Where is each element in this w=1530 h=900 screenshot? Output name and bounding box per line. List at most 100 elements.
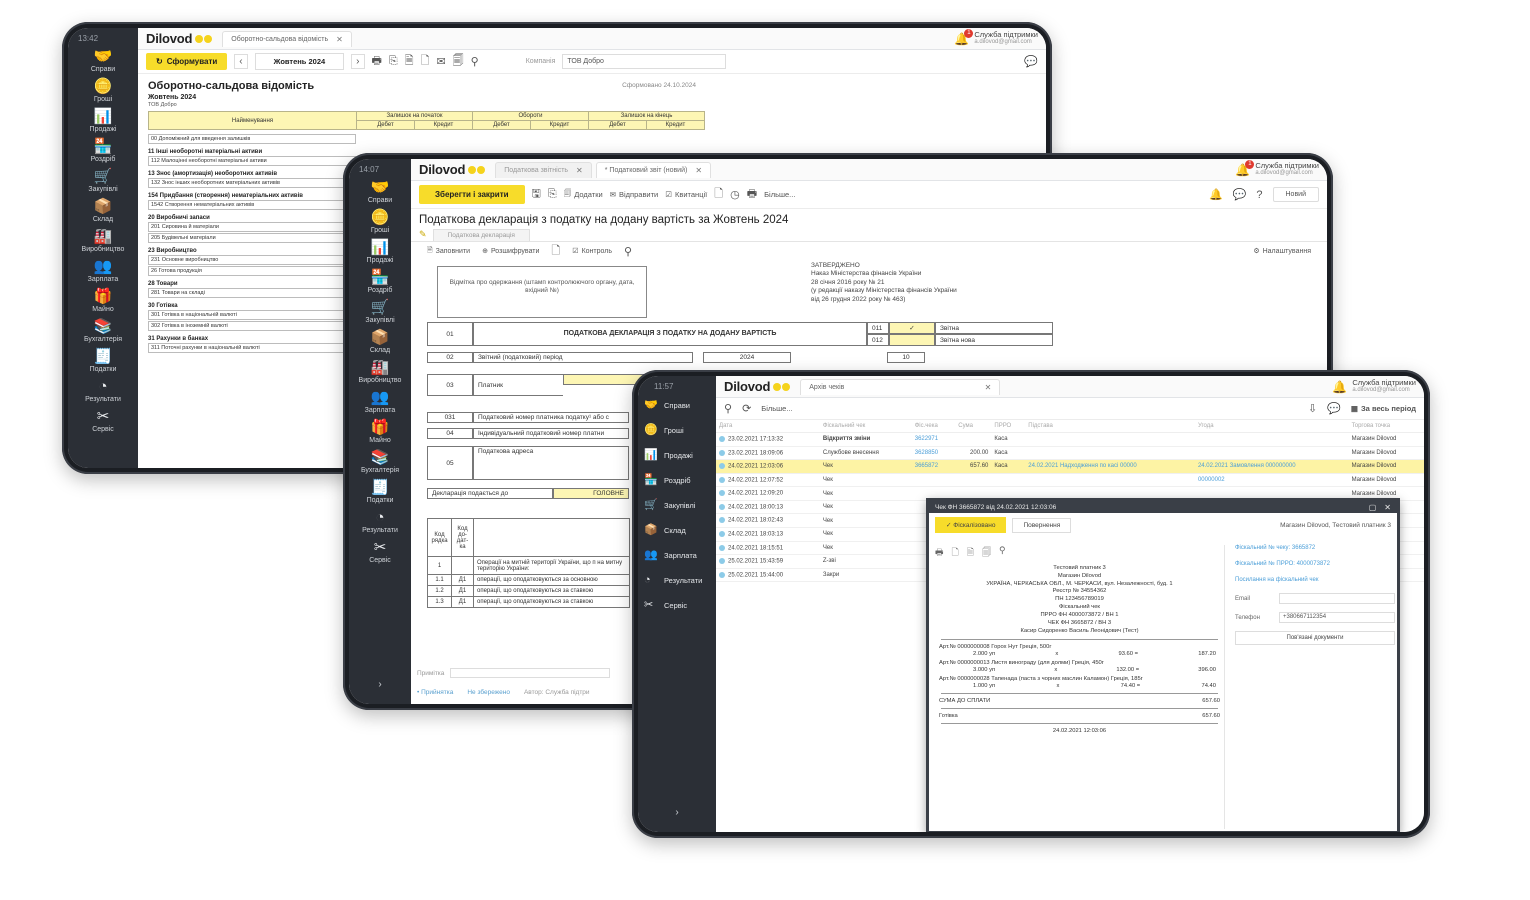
sidebar-item[interactable]: 🏭 Виробництво xyxy=(359,360,402,385)
attachments-button[interactable]: 🗐 Додатки xyxy=(564,188,603,201)
column-header[interactable]: Угода xyxy=(1194,420,1349,433)
account-row[interactable]: 205 Будівельні матеріали xyxy=(148,233,356,243)
fiscal-number-link[interactable]: Фіскальний № чеку: 3665872 xyxy=(1235,545,1395,551)
preview-icon[interactable]: 🗐 xyxy=(453,52,464,71)
year-field[interactable]: 2024 xyxy=(703,352,791,363)
tab-tax-reports[interactable]: Податкова звітність ✕ xyxy=(495,161,592,178)
copy-icon[interactable]: 🗋 xyxy=(714,185,723,204)
close-icon[interactable]: ✕ xyxy=(1384,503,1391,512)
fiscal-number-cell[interactable]: 3665872 xyxy=(911,459,956,474)
sidebar-item[interactable]: 👥 Зарплата xyxy=(644,547,697,563)
form-report-button[interactable]: ↻ Сформувати xyxy=(146,53,228,70)
sidebar-item[interactable]: 🤝 Справи xyxy=(644,397,690,413)
document-icon[interactable]: 🗎 xyxy=(405,52,414,71)
base-cell[interactable] xyxy=(1025,432,1195,447)
column-header[interactable]: Фіс.чека xyxy=(911,420,956,433)
fiscal-number-cell[interactable]: 3622971 xyxy=(911,432,956,447)
search-icon[interactable]: ⚲ xyxy=(724,402,732,415)
deal-cell[interactable] xyxy=(1194,446,1349,461)
search-icon[interactable]: ⚲ xyxy=(471,55,479,68)
base-cell[interactable] xyxy=(1025,473,1195,488)
month-field[interactable]: 10 xyxy=(887,352,925,363)
account-row[interactable]: 00 Допоміжний для введення залишків xyxy=(148,134,356,144)
account-row[interactable]: 311 Поточні рахунки в національній валют… xyxy=(148,343,356,353)
sidebar-expand-chevron[interactable]: › xyxy=(378,679,381,690)
support-block[interactable]: 🔔 1 Служба підтримки a.dilovod@gmail.com xyxy=(954,28,1038,46)
column-header[interactable]: Торгова точка xyxy=(1348,420,1424,433)
table-row[interactable]: 23.02.2021 17:13:32 Відкриття зміни 362297… xyxy=(716,432,1424,447)
search-icon[interactable]: ⚲ xyxy=(624,245,632,258)
bell-icon[interactable]: 🔔 xyxy=(1209,188,1223,201)
chat-icon[interactable]: 💬 xyxy=(1233,188,1247,201)
account-row[interactable]: 281 Товари на складі xyxy=(148,288,356,298)
account-row[interactable]: 301 Готівка в національній валюті xyxy=(148,310,356,320)
file-icon[interactable]: 🗋 xyxy=(421,52,430,71)
tax-office-field[interactable]: ГОЛОВНЕ xyxy=(553,488,629,499)
period-filter[interactable]: ▦ За весь період xyxy=(1351,404,1416,413)
sidebar-item[interactable]: 🏪 Роздріб xyxy=(91,139,116,164)
prro-number-link[interactable]: Фіскальний № ПРРО: 4000073872 xyxy=(1235,561,1395,567)
sidebar-item[interactable]: 🎁 Майно xyxy=(92,289,113,314)
email-field[interactable] xyxy=(1279,593,1395,604)
related-docs-button[interactable]: Пов'язані документи xyxy=(1235,631,1395,645)
new-button[interactable]: Новий xyxy=(1272,187,1319,202)
print-icon[interactable]: 🖶 xyxy=(372,52,382,71)
deal-cell[interactable]: 24.02.2021 Замовлення 000000000 xyxy=(1194,459,1349,474)
sidebar-item[interactable]: 🧾 Податки xyxy=(90,349,117,374)
sidebar-item[interactable]: 👥 Зарплата xyxy=(365,390,396,415)
save-close-button[interactable]: Зберегти і закрити xyxy=(419,185,525,204)
sidebar-item[interactable]: 🛒 Закупівлі xyxy=(88,169,117,194)
table-row[interactable]: 23.02.2021 18:09:06 Службове внесення 3628… xyxy=(716,446,1424,461)
help-icon[interactable]: ? xyxy=(1256,189,1262,201)
note-input[interactable] xyxy=(450,668,611,678)
support-block[interactable]: 🔔 Служба підтримки a.dilovod@gmail.com xyxy=(1332,378,1416,394)
fiscal-receipt-link[interactable]: Посилання на фіскальний чек xyxy=(1235,577,1395,583)
sidebar-item[interactable]: ◔ Результати xyxy=(644,572,702,588)
table-row[interactable]: 24.02.2021 12:07:52 Чек 00000002 Магазин Di… xyxy=(716,473,1424,488)
account-row[interactable]: 132 Знос інших необоротних матеріальних … xyxy=(148,178,356,188)
bell-icon[interactable]: 🔔 xyxy=(1332,380,1347,394)
sidebar-item[interactable]: 🤝 Справи xyxy=(368,180,392,205)
sidebar-item[interactable]: 📦 Склад xyxy=(644,522,686,538)
sidebar-item[interactable]: 👥 Зарплата xyxy=(88,259,119,284)
sidebar-item[interactable]: 🪙 Гроші xyxy=(644,422,684,438)
deal-cell[interactable] xyxy=(1194,432,1349,447)
bell-icon[interactable]: 🔔 1 xyxy=(954,28,974,46)
sidebar-expand-chevron[interactable]: › xyxy=(675,807,678,818)
export-icon[interactable]: ⎘ xyxy=(389,55,398,68)
tab-declaration[interactable]: Податкова декларація xyxy=(432,228,530,241)
column-header[interactable]: ПРРО xyxy=(991,420,1026,433)
base-cell[interactable]: 24.02.2021 Надходження по касі 00000 xyxy=(1025,459,1195,474)
sidebar-item[interactable]: ✂ Сервіс xyxy=(644,597,687,613)
history-icon[interactable]: ◷ xyxy=(730,188,740,201)
account-row[interactable]: 26 Готова продукція xyxy=(148,266,356,276)
column-header[interactable]: Підстава xyxy=(1025,420,1195,433)
sidebar-item[interactable]: 📦 Склад xyxy=(93,199,113,224)
report-check[interactable]: ✓ xyxy=(889,322,935,334)
column-header[interactable]: Дата xyxy=(716,420,820,433)
report-new-check[interactable] xyxy=(889,334,935,346)
tab-osv[interactable]: Оборотно-сальдова відомість ✕ xyxy=(222,30,352,47)
account-row[interactable]: 201 Сировина й матеріали xyxy=(148,222,356,232)
close-icon[interactable]: ✕ xyxy=(576,166,583,175)
table-row[interactable]: 24.02.2021 12:03:06 Чек 3665872 657.60 Каса 2… xyxy=(716,459,1424,474)
refresh-icon[interactable]: ⟳ xyxy=(742,402,751,415)
copy-icon[interactable]: 🗋 xyxy=(952,545,959,561)
print-icon[interactable]: 🖶 xyxy=(747,185,757,204)
account-row[interactable]: 112 Малоцінні необоротні матеріальні акт… xyxy=(148,156,356,166)
sidebar-item[interactable]: 🎁 Майно xyxy=(369,420,390,445)
sidebar-item[interactable]: 📚 Бухгалтерія xyxy=(84,319,122,344)
account-row[interactable]: 231 Основне виробництво xyxy=(148,255,356,265)
document-icon[interactable]: 🗎 xyxy=(967,545,974,561)
base-cell[interactable] xyxy=(1025,446,1195,461)
sidebar-item[interactable]: 🏪 Роздріб xyxy=(644,472,691,488)
period-selector[interactable]: Жовтень 2024 xyxy=(254,53,345,70)
company-field[interactable]: ТОВ Добро xyxy=(562,54,727,69)
tab-fiscalized[interactable]: ✓ Фіскалізовано xyxy=(935,517,1007,533)
decrypt-button[interactable]: ⊕ Розшифрувати xyxy=(482,247,539,256)
sidebar-item[interactable]: 🪙 Гроші xyxy=(371,210,390,235)
sidebar-item[interactable]: 🤝 Справи xyxy=(91,49,115,74)
receipts-button[interactable]: ☑ Квитанції xyxy=(665,190,707,199)
deal-cell[interactable]: 00000002 xyxy=(1194,473,1349,488)
column-header[interactable]: Фіскальний чек xyxy=(819,420,912,433)
